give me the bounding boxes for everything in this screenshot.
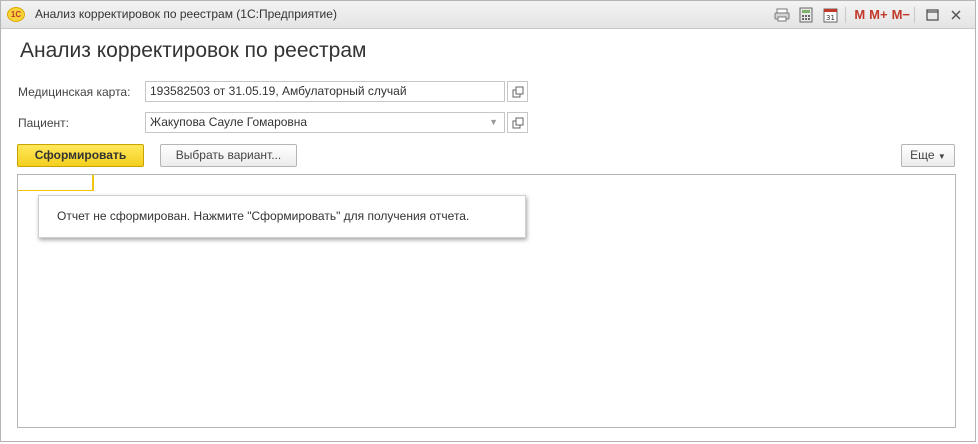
maximize-icon[interactable] (921, 5, 943, 25)
svg-text:31: 31 (826, 14, 835, 22)
calculator-icon[interactable] (795, 5, 817, 25)
memory-plus-button[interactable]: M+ (869, 7, 887, 22)
more-label: Еще (910, 148, 935, 162)
app-window: 1С Анализ корректировок по реестрам (1С:… (0, 0, 976, 442)
active-cell-marker (18, 175, 94, 191)
dropdown-arrow-icon[interactable]: ▼ (489, 113, 498, 132)
open-icon (512, 117, 524, 129)
patient-field[interactable]: Жакупова Сауле Гомаровна ▼ (145, 112, 505, 133)
report-area[interactable]: Отчет не сформирован. Нажмите "Сформиров… (17, 174, 956, 428)
medcard-label: Медицинская карта: (18, 85, 131, 99)
more-button[interactable]: Еще ▼ (901, 144, 955, 167)
choose-variant-button[interactable]: Выбрать вариант... (160, 144, 297, 167)
calendar-icon[interactable]: 31 (819, 5, 841, 25)
print-icon[interactable] (771, 5, 793, 25)
chevron-down-icon: ▼ (937, 152, 946, 161)
report-status-message: Отчет не сформирован. Нажмите "Сформиров… (38, 195, 526, 238)
window-title: Анализ корректировок по реестрам (1С:Пре… (35, 7, 337, 21)
open-icon (512, 86, 524, 98)
title-bar: 1С Анализ корректировок по реестрам (1С:… (1, 1, 975, 29)
close-icon[interactable] (945, 5, 967, 25)
patient-label: Пациент: (18, 116, 70, 130)
patient-open-button[interactable] (507, 112, 528, 133)
medcard-field[interactable]: 193582503 от 31.05.19, Амбулаторный случ… (145, 81, 505, 102)
title-toolbar: 31 M M+ M− (769, 4, 967, 25)
generate-button[interactable]: Сформировать (17, 144, 144, 167)
toolbar-separator (845, 6, 847, 23)
toolbar-separator (914, 6, 915, 23)
memory-button[interactable]: M (854, 7, 865, 22)
medcard-open-button[interactable] (507, 81, 528, 102)
page-title: Анализ корректировок по реестрам (20, 39, 367, 62)
patient-value: Жакупова Сауле Гомаровна (150, 115, 308, 129)
medcard-value: 193582503 от 31.05.19, Амбулаторный случ… (150, 84, 407, 98)
memory-minus-button[interactable]: M− (892, 7, 910, 22)
app-logo-icon[interactable]: 1С (7, 7, 25, 22)
